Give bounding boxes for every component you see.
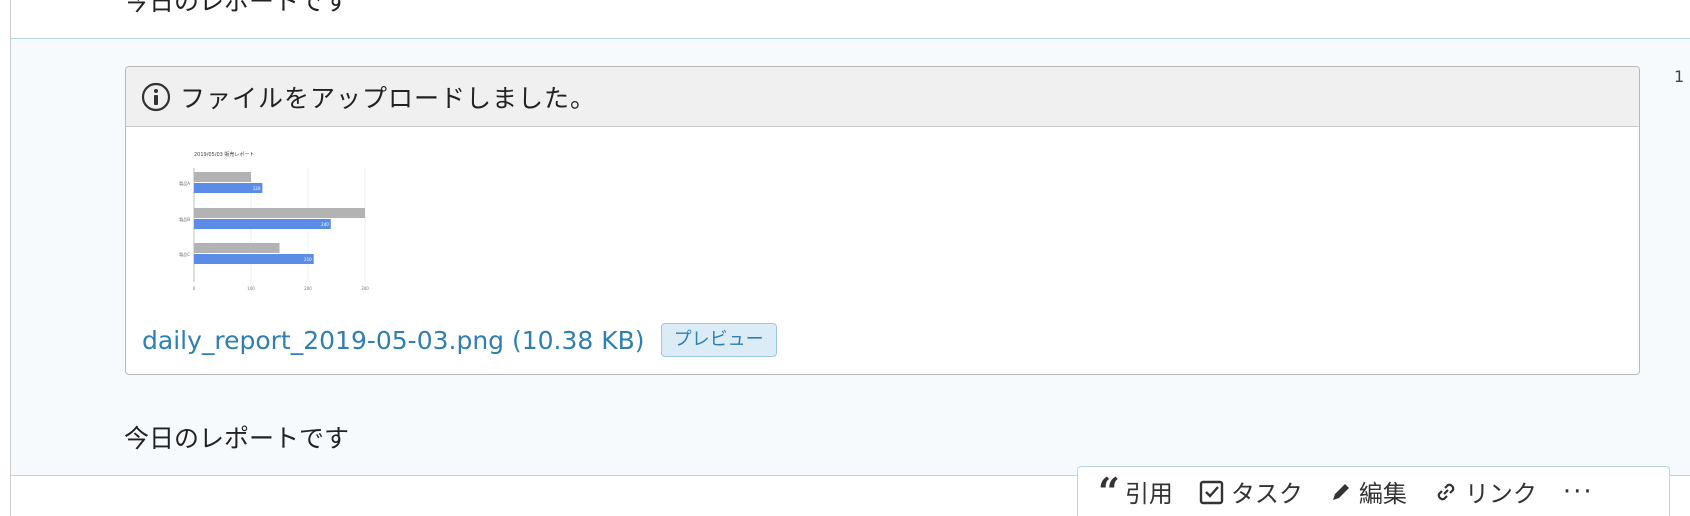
thumbnail-bar	[194, 243, 280, 253]
notice-header: ファイルをアップロードしました。	[126, 67, 1639, 127]
thumbnail-category-label: 製品C	[179, 251, 190, 257]
task-label: タスク	[1230, 480, 1303, 508]
link-button[interactable]: リンク	[1433, 474, 1537, 509]
edit-button[interactable]: 編集	[1329, 474, 1407, 509]
thumbnail-bar-label: 210	[304, 257, 312, 262]
thumbnail-bar	[194, 254, 314, 264]
image-thumbnail[interactable]: 2019/05/03 販売レポート 0 100 200 300 製品A 120 製品B 240 製…	[142, 142, 442, 302]
link-icon	[1437, 483, 1455, 500]
previous-message-text: 今日のレポートです	[124, 0, 350, 16]
thumbnail-x-tick: 200	[304, 286, 312, 291]
quote-button[interactable]: “ 引用	[1098, 468, 1173, 514]
message-item: 1 ファイルをアップロードしました。 2019/05/03 販売レポート 0 100…	[11, 39, 1690, 476]
task-button[interactable]: タスク	[1199, 474, 1303, 509]
attachment-row: daily_report_2019-05-03.png (10.38 KB) プ…	[142, 323, 777, 357]
thumbnail-bar	[194, 172, 251, 182]
thumbnail-bar-label: 240	[321, 222, 329, 227]
thumbnail-category-label: 製品B	[179, 216, 190, 222]
pencil-icon	[1332, 483, 1349, 500]
link-label: リンク	[1464, 480, 1537, 508]
more-actions-button[interactable]: ···	[1563, 477, 1594, 507]
thumbnail-category-label: 製品A	[179, 180, 190, 186]
thumbnail-bar-label: 120	[253, 186, 261, 191]
attachment-link[interactable]: daily_report_2019-05-03.png (10.38 KB)	[142, 326, 645, 355]
info-icon	[141, 82, 171, 111]
upload-notice-card: ファイルをアップロードしました。 2019/05/03 販売レポート 0 100 20…	[125, 66, 1640, 375]
quote-label: 引用	[1124, 480, 1173, 508]
message-timestamp: 1	[1674, 67, 1684, 86]
edit-label: 編集	[1358, 480, 1407, 508]
thumbnail-title: 2019/05/03 販売レポート	[194, 151, 254, 158]
thumbnail-x-tick: 0	[193, 286, 196, 291]
quote-icon: “	[1098, 468, 1120, 514]
previous-message: 今日のレポートです	[11, 0, 1690, 39]
thumbnail-bar	[194, 219, 331, 229]
thumbnail-x-tick: 300	[361, 286, 369, 291]
thumbnail-bar	[194, 208, 365, 218]
thumbnail-x-tick: 100	[247, 286, 255, 291]
checkbox-icon	[1199, 480, 1224, 504]
preview-button[interactable]: プレビュー	[660, 323, 777, 357]
message-action-bar: “ 引用 タスク 編集 リンク ···	[1077, 466, 1670, 516]
message-body: 今日のレポートです	[124, 424, 350, 453]
notice-title: ファイルをアップロードしました。	[180, 83, 597, 113]
